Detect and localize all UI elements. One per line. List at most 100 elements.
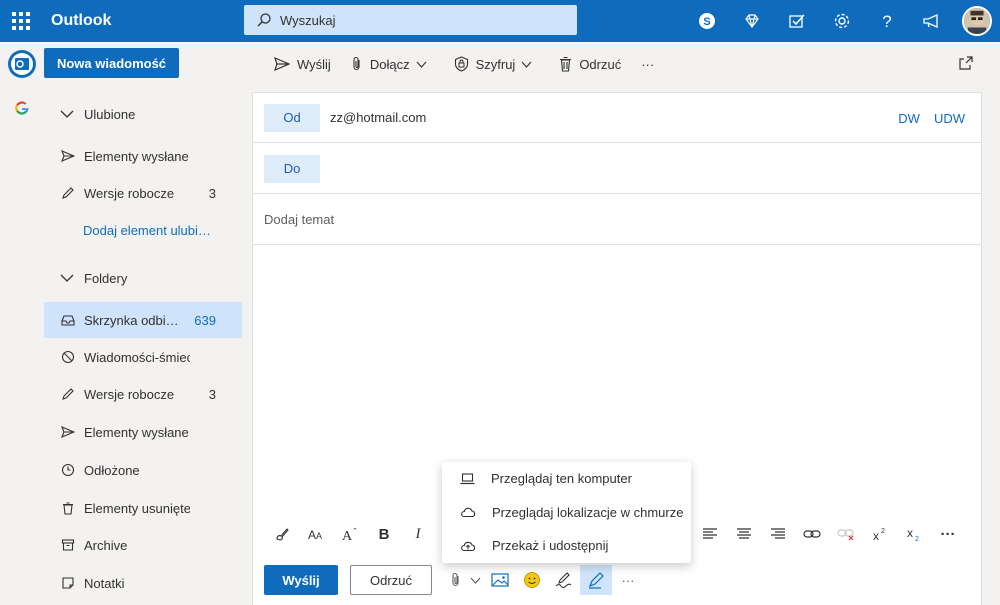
add-favorite-link[interactable]: Dodaj element ulubi…: [44, 212, 242, 248]
encrypt-command-label: Szyfruj: [475, 56, 516, 72]
font-color-button[interactable]: A ⌃: [333, 518, 367, 550]
archive-icon: [60, 537, 76, 553]
menu-item-upload-share[interactable]: Przekaż i udostępnij: [442, 529, 691, 563]
search-box[interactable]: Wyszukaj: [244, 5, 577, 35]
svg-text:2: 2: [915, 536, 919, 542]
emoji-button[interactable]: [516, 565, 548, 595]
left-rail: [0, 42, 44, 605]
from-button[interactable]: Od: [264, 103, 320, 132]
folder-item-label: Elementy wysłane: [84, 424, 189, 440]
folder-item-junk[interactable]: Wiadomości-śmieci: [44, 339, 242, 375]
subscript-button[interactable]: x2: [897, 518, 931, 550]
subject-row[interactable]: Dodaj temat: [253, 195, 981, 245]
send-icon: [274, 57, 290, 71]
folder-pane: Nowa wiadomość Ulubione Elementy wysłane…: [44, 42, 242, 605]
align-center-icon: [737, 528, 751, 539]
help-icon: ?: [882, 12, 891, 30]
favorite-item-sent[interactable]: Elementy wysłane: [44, 138, 242, 174]
todo-button[interactable]: [774, 0, 819, 42]
to-row[interactable]: Do: [253, 144, 981, 194]
bold-button[interactable]: B: [367, 518, 401, 550]
discard-button[interactable]: Odrzuć: [350, 565, 432, 595]
favorites-header[interactable]: Ulubione: [44, 96, 242, 132]
menu-item-label: Przekaż i udostępnij: [492, 538, 609, 554]
font-size-button[interactable]: AA: [299, 518, 333, 550]
signature-icon: [555, 572, 572, 588]
signature-button[interactable]: [548, 565, 580, 595]
designer-button[interactable]: [580, 565, 612, 595]
laptop-icon: [460, 473, 475, 484]
svg-text:x: x: [873, 529, 879, 542]
block-icon: [60, 349, 76, 365]
search-icon: [257, 13, 271, 27]
paperclip-icon: [353, 56, 360, 71]
folders-header[interactable]: Foldery: [44, 260, 242, 296]
insert-link-button[interactable]: [795, 518, 829, 550]
chevron-down-icon: [470, 577, 480, 584]
send-command[interactable]: Wyślij: [264, 48, 341, 80]
folder-item-snoozed[interactable]: Odłożone: [44, 452, 242, 488]
cloud-upload-icon: [461, 541, 476, 551]
folder-item-label: Wersje robocze: [84, 386, 175, 402]
help-button[interactable]: ?: [864, 0, 909, 42]
discard-command[interactable]: Odrzuć: [549, 48, 631, 80]
folder-item-inbox[interactable]: Skrzynka odbi… 639: [44, 302, 242, 338]
subject-field[interactable]: Dodaj temat: [264, 212, 334, 227]
format-painter-button[interactable]: [265, 518, 299, 550]
discard-command-label: Odrzuć: [579, 56, 622, 72]
more-icon: ···: [641, 56, 655, 72]
avatar[interactable]: [962, 6, 992, 36]
cc-link[interactable]: DW: [898, 111, 920, 126]
more-commands-button[interactable]: ···: [631, 48, 664, 80]
new-message-button[interactable]: Nowa wiadomość: [44, 48, 179, 78]
attach-dropdown-button[interactable]: [466, 565, 484, 595]
encrypt-command[interactable]: Szyfruj: [444, 48, 550, 80]
top-bar: Outlook Wyszukaj S ?: [0, 0, 1000, 42]
folder-item-drafts[interactable]: Wersje robocze 3: [44, 376, 242, 412]
folder-item-sent[interactable]: Elementy wysłane: [44, 414, 242, 450]
megaphone-icon: [922, 13, 938, 29]
app-title[interactable]: Outlook: [51, 12, 241, 30]
link-icon: [803, 530, 821, 538]
mail-app-button[interactable]: [0, 42, 44, 86]
svg-text:S: S: [703, 16, 710, 28]
send-button[interactable]: Wyślij: [264, 565, 338, 595]
align-right-icon: [771, 528, 785, 539]
more-actions-button[interactable]: ···: [612, 565, 644, 595]
favorite-item-count: 3: [208, 185, 216, 201]
to-button[interactable]: Do: [264, 154, 320, 183]
feedback-button[interactable]: [909, 0, 954, 42]
folder-item-archive[interactable]: Archive: [44, 527, 242, 563]
app-launcher-button[interactable]: [0, 0, 42, 42]
chevron-down-icon: [60, 274, 74, 282]
skype-button[interactable]: S: [684, 0, 729, 42]
premium-button[interactable]: [729, 0, 774, 42]
folder-item-deleted[interactable]: Elementy usunięte: [44, 490, 242, 526]
italic-button[interactable]: I: [401, 518, 435, 550]
align-center-button[interactable]: [727, 518, 761, 550]
attach-command[interactable]: Dołącz: [341, 48, 444, 80]
folder-item-notes[interactable]: Notatki: [44, 565, 242, 601]
align-right-button[interactable]: [761, 518, 795, 550]
trash-icon: [60, 500, 76, 516]
superscript-button[interactable]: x2: [863, 518, 897, 550]
add-favorite-label: Dodaj element ulubi…: [83, 222, 211, 238]
bcc-link[interactable]: UDW: [934, 111, 965, 126]
popout-button[interactable]: [958, 55, 974, 74]
google-account-button[interactable]: [0, 86, 44, 130]
folder-item-count: 3: [208, 386, 216, 402]
compose-command-bar: Wyślij Dołącz Szyfruj Odrzuć ···: [242, 42, 1000, 86]
attach-button[interactable]: [446, 565, 466, 595]
favorite-item-drafts[interactable]: Wersje robocze 3: [44, 175, 242, 211]
designer-icon: [588, 572, 604, 589]
insert-picture-button[interactable]: [484, 565, 516, 595]
shield-icon: [454, 56, 468, 72]
from-row: Od zz@hotmail.com DW UDW: [253, 93, 981, 143]
align-left-button[interactable]: [693, 518, 727, 550]
remove-link-button[interactable]: [829, 518, 863, 550]
more-format-button[interactable]: ···: [931, 518, 965, 550]
menu-item-browse-cloud[interactable]: Przeglądaj lokalizacje w chmurze: [442, 496, 691, 530]
settings-button[interactable]: [819, 0, 864, 42]
inbox-icon: [60, 312, 76, 328]
menu-item-browse-computer[interactable]: Przeglądaj ten komputer: [442, 462, 691, 496]
